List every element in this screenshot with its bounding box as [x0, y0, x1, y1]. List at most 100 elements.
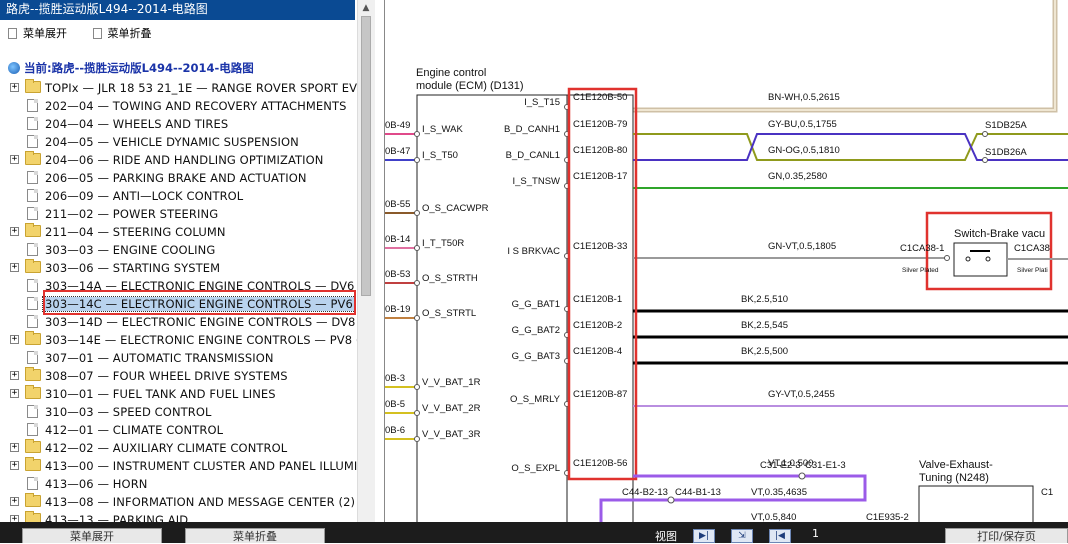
- expand-plus-icon[interactable]: +: [10, 461, 19, 470]
- expand-plus-icon[interactable]: +: [10, 83, 19, 92]
- expand-plus-icon[interactable]: +: [10, 335, 19, 344]
- left-pin-terminal: [414, 384, 420, 390]
- doc-icon: [27, 99, 38, 112]
- pin-connector-label: C1E120B-4: [573, 346, 622, 357]
- wiring-diagram[interactable]: Engine control module (ECM) (D131) I_S_T…: [385, 0, 1068, 522]
- doc-icon: [27, 315, 38, 328]
- expand-plus-icon[interactable]: +: [10, 263, 19, 272]
- tree-item[interactable]: 211—02 — POWER STEERING: [0, 205, 357, 223]
- c44-left-label: C44-B2-13: [622, 487, 668, 498]
- pin-wire-label: BK,2.5,510: [741, 294, 788, 305]
- tree-item[interactable]: 310—03 — SPEED CONTROL: [0, 403, 357, 421]
- tree-item[interactable]: 303—14A — ELECTRONIC ENGINE CONTROLS — D…: [0, 277, 357, 295]
- tree-item[interactable]: 206—09 — ANTI—LOCK CONTROL: [0, 187, 357, 205]
- tree-item-label: TOPIx — JLR 18 53 21_1E — RANGE ROVER SP…: [45, 81, 358, 95]
- collapse-icon: [92, 27, 102, 39]
- expand-menu-label: 菜单展开: [23, 27, 67, 40]
- tree-item[interactable]: +413—08 — INFORMATION AND MESSAGE CENTER…: [0, 493, 357, 511]
- tree-item[interactable]: 204—04 — WHEELS AND TIRES: [0, 115, 357, 133]
- bottom-collapse-button[interactable]: 菜单折叠: [185, 528, 325, 543]
- pin-wire-label: GN-OG,0.5,1810: [768, 145, 840, 156]
- tree-item[interactable]: 204—05 — VEHICLE DYNAMIC SUSPENSION: [0, 133, 357, 151]
- navigation-pane: 路虎--揽胜运动版L494--2014-电路图 菜单展开 菜单折叠 当前:路虎-…: [0, 0, 360, 522]
- folder-icon: [25, 259, 41, 273]
- valve-title-line1: Valve-Exhaust-: [919, 459, 993, 471]
- scroll-up-arrow-icon[interactable]: ▲: [360, 2, 372, 14]
- tree-item[interactable]: +303—06 — STARTING SYSTEM: [0, 259, 357, 277]
- pin-signal-label: I_S_TNSW: [512, 176, 560, 187]
- switch-contact-left: [965, 256, 971, 262]
- expand-plus-icon[interactable]: +: [10, 443, 19, 452]
- tree-item[interactable]: 303—14D — ELECTRONIC ENGINE CONTROLS — D…: [0, 313, 357, 331]
- tree-scrollbar[interactable]: ▲: [357, 0, 375, 522]
- left-pin-ref: 0B-55: [385, 199, 410, 210]
- tree-item-label: 310—03 — SPEED CONTROL: [45, 405, 212, 419]
- tree-item[interactable]: 303—03 — ENGINE COOLING: [0, 241, 357, 259]
- doc-icon: [27, 297, 38, 310]
- left-pin-terminal: [414, 436, 420, 442]
- bottom-expand-button[interactable]: 菜单展开: [22, 528, 162, 543]
- tree-item[interactable]: 307—01 — AUTOMATIC TRANSMISSION: [0, 349, 357, 367]
- expand-plus-icon[interactable]: +: [10, 497, 19, 506]
- tree-item[interactable]: 303—14C — ELECTRONIC ENGINE CONTROLS — P…: [0, 295, 357, 313]
- doc-icon: [27, 135, 38, 148]
- tree-item[interactable]: +211—04 — STEERING COLUMN: [0, 223, 357, 241]
- collapse-menu-label: 菜单折叠: [107, 27, 152, 40]
- wire-mid-label: VT,0.35,4635: [751, 487, 807, 498]
- tree-item[interactable]: +413—00 — INSTRUMENT CLUSTER AND PANEL I…: [0, 457, 357, 475]
- tree-item-label: 303—03 — ENGINE COOLING: [45, 243, 216, 257]
- tree-item[interactable]: 413—06 — HORN: [0, 475, 357, 493]
- expand-plus-icon[interactable]: +: [10, 389, 19, 398]
- pin-connector-label: C1E120B-2: [573, 320, 622, 331]
- current-path[interactable]: 当前:路虎--揽胜运动版L494--2014-电路图: [8, 60, 254, 76]
- tree-item[interactable]: +413—13 — PARKING AID: [0, 511, 357, 522]
- switch-contact-right: [985, 256, 991, 262]
- pin-wire-label: GN-VT,0.5,1805: [768, 241, 836, 252]
- pin-signal-label: G_G_BAT1: [512, 299, 560, 310]
- tree-item[interactable]: +310—01 — FUEL TANK AND FUEL LINES: [0, 385, 357, 403]
- tree-item[interactable]: + TOPIx — JLR 18 53 21_1E — RANGE ROVER S…: [0, 79, 357, 97]
- c31-splice: [798, 472, 806, 480]
- tree-item[interactable]: 412—01 — CLIMATE CONTROL: [0, 421, 357, 439]
- c31-left-label: C31-E2-3: [760, 460, 801, 471]
- pin-signal-label: O_S_EXPL: [511, 463, 560, 474]
- first-page-icon[interactable]: ▶|: [693, 529, 715, 543]
- left-pin-ref: 0B-6: [385, 425, 405, 436]
- left-pin-terminal: [414, 410, 420, 416]
- tree-item-label: 202—04 — TOWING AND RECOVERY ATTACHMENTS: [45, 99, 347, 113]
- tree-item[interactable]: +204—06 — RIDE AND HANDLING OPTIMIZATION: [0, 151, 357, 169]
- pin-signal-label: B_D_CANH1: [504, 124, 560, 135]
- bottom-print-button[interactable]: 打印/保存页: [945, 528, 1068, 543]
- doc-icon: [27, 171, 38, 184]
- tree-item-label: 204—05 — VEHICLE DYNAMIC SUSPENSION: [45, 135, 299, 149]
- scroll-thumb[interactable]: [361, 16, 371, 296]
- expand-menu-button[interactable]: 菜单展开: [8, 25, 67, 41]
- tree-item[interactable]: +303—14E — ELECTRONIC ENGINE CONTROLS — …: [0, 331, 360, 349]
- folder-icon: [25, 151, 41, 165]
- expand-plus-icon[interactable]: +: [10, 155, 19, 164]
- c1e935-label: C1E935-2: [866, 512, 909, 522]
- tree-item[interactable]: +308—07 — FOUR WHEEL DRIVE SYSTEMS: [0, 367, 357, 385]
- tree-item[interactable]: 206—05 — PARKING BRAKE AND ACTUATION: [0, 169, 357, 187]
- c44-right-label: C44-B1-13: [675, 487, 721, 498]
- expand-plus-icon[interactable]: +: [10, 227, 19, 236]
- wiring-diagram-pane[interactable]: Engine control module (ECM) (D131) I_S_T…: [384, 0, 1068, 522]
- prev-page-icon[interactable]: |◀: [769, 529, 791, 543]
- expand-plus-icon[interactable]: +: [10, 515, 19, 522]
- fit-page-icon[interactable]: ⇲: [731, 529, 753, 543]
- doc-icon: [27, 423, 38, 436]
- tree-item[interactable]: 202—04 — TOWING AND RECOVERY ATTACHMENTS: [0, 97, 357, 115]
- collapse-menu-button[interactable]: 菜单折叠: [92, 25, 152, 41]
- pin-wire-label: GY-VT,0.5,2455: [768, 389, 835, 400]
- c44-splice: [667, 496, 675, 504]
- expand-plus-icon[interactable]: +: [10, 371, 19, 380]
- window-title: 路虎--揽胜运动版L494--2014-电路图: [0, 0, 355, 20]
- left-pin-signal: V_V_BAT_3R: [422, 429, 481, 440]
- tree-item[interactable]: +412—02 — AUXILIARY CLIMATE CONTROL: [0, 439, 357, 457]
- left-pin-ref: 0B-19: [385, 304, 410, 315]
- doc-icon: [27, 117, 38, 130]
- pin-wire-label: BN-WH,0.5,2615: [768, 92, 840, 103]
- left-pin-terminal: [414, 157, 420, 163]
- globe-icon: [8, 62, 20, 74]
- tree-item-label: 310—01 — FUEL TANK AND FUEL LINES: [45, 387, 276, 401]
